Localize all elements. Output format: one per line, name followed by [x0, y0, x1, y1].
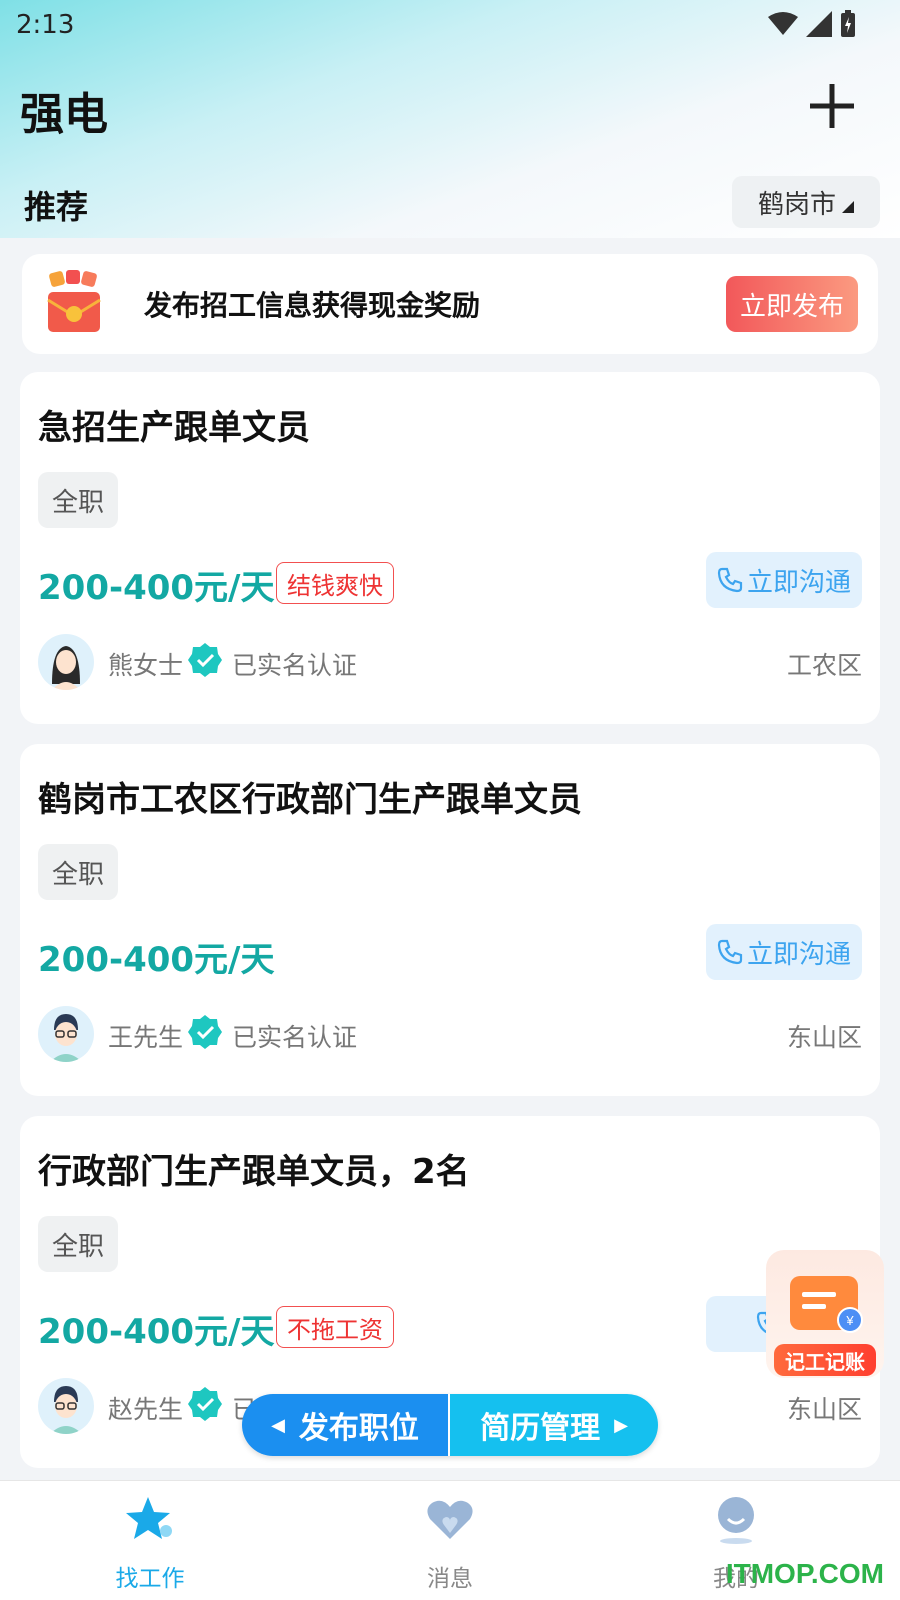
- post-job-label: 发布职位: [298, 1411, 419, 1446]
- status-bar: 2:13: [0, 0, 900, 50]
- job-title: 行政部门生产跟单文员，2名: [38, 1152, 470, 1192]
- wifi-icon: [768, 12, 798, 35]
- job-type-tag: 全职: [38, 1216, 119, 1272]
- phone-icon: [717, 567, 743, 593]
- male-avatar-icon: [38, 1378, 94, 1434]
- job-type-tag: 全职: [38, 844, 119, 900]
- add-icon[interactable]: [808, 82, 856, 130]
- male-avatar-icon: [38, 1006, 94, 1062]
- tab-find-job[interactable]: 找工作: [90, 1495, 210, 1595]
- city-selector[interactable]: 鹤岗市: [732, 176, 880, 228]
- contact-button[interactable]: 立即沟通: [706, 924, 862, 980]
- section-title-recommend: 推荐: [24, 188, 89, 226]
- district: 东山区: [786, 1023, 862, 1052]
- job-card[interactable]: 鹤岗市工农区行政部门生产跟单文员 全职 200-400元/天 立即沟通 王先生 …: [20, 744, 880, 1096]
- city-label: 鹤岗市: [757, 189, 836, 220]
- ledger-widget[interactable]: ¥ 记工记账: [766, 1250, 884, 1378]
- recruiter-name: 熊女士: [108, 651, 184, 680]
- job-title: 鹤岗市工农区行政部门生产跟单文员: [38, 780, 582, 820]
- tab-messages[interactable]: 消息: [390, 1495, 510, 1595]
- heart-chat-icon: [427, 1500, 473, 1539]
- verified-text: 已实名认证: [232, 1023, 358, 1052]
- pay-tag: 不拖工资: [276, 1306, 394, 1348]
- female-avatar-icon: [38, 634, 94, 690]
- red-envelope-icon: [47, 270, 101, 332]
- avatar: [38, 1006, 94, 1062]
- phone-icon: [717, 939, 743, 965]
- promo-banner[interactable]: 发布招工信息获得现金奖励 立即发布: [22, 254, 878, 354]
- contact-label: 立即沟通: [746, 939, 851, 970]
- pay-tag: 结钱爽快: [276, 562, 394, 604]
- avatar: [38, 634, 94, 690]
- ledger-label: 记工记账: [774, 1344, 876, 1376]
- watermark-text: ITMOP.COM: [725, 1558, 884, 1589]
- status-time: 2:13: [16, 10, 75, 40]
- verified-text: 已实名认证: [232, 651, 358, 680]
- tab-label: 消息: [427, 1566, 473, 1592]
- dropdown-triangle-icon: [842, 201, 854, 213]
- salary: 200-400元/天: [38, 940, 275, 980]
- wallet-icon: ¥: [790, 1276, 863, 1333]
- contact-label: 立即沟通: [746, 567, 851, 598]
- contact-button[interactable]: 立即沟通: [706, 552, 862, 608]
- action-pill: ◀ 发布职位 简历管理 ▶: [242, 1394, 658, 1456]
- page-title: 强电: [20, 89, 108, 140]
- verified-badge-icon: [188, 1387, 222, 1421]
- tab-label: 找工作: [115, 1566, 185, 1592]
- publish-now-button[interactable]: 立即发布: [726, 276, 858, 332]
- district: 东山区: [786, 1395, 862, 1424]
- signal-icon: [806, 11, 832, 37]
- avatar: [38, 1378, 94, 1434]
- promo-text: 发布招工信息获得现金奖励: [144, 289, 481, 322]
- district: 工农区: [786, 651, 862, 680]
- post-job-button[interactable]: ◀ 发布职位: [242, 1394, 450, 1456]
- caret-left-icon: ◀: [271, 1414, 285, 1436]
- recruiter-name: 赵先生: [108, 1395, 184, 1424]
- resume-manage-button[interactable]: 简历管理 ▶: [450, 1394, 658, 1456]
- verified-badge-icon: [188, 643, 222, 677]
- svg-text:¥: ¥: [845, 1313, 854, 1328]
- resume-manage-label: 简历管理: [480, 1411, 601, 1446]
- recruiter-name: 王先生: [108, 1023, 184, 1052]
- job-type-tag: 全职: [38, 472, 119, 528]
- salary: 200-400元/天: [38, 568, 275, 608]
- verified-badge-icon: [188, 1015, 222, 1049]
- battery-icon: [841, 10, 855, 37]
- caret-right-icon: ▶: [614, 1414, 628, 1436]
- star-icon: [126, 1497, 172, 1539]
- job-card[interactable]: 急招生产跟单文员 全职 200-400元/天 结钱爽快 立即沟通 熊女士 已实名…: [20, 372, 880, 724]
- job-title: 急招生产跟单文员: [38, 408, 310, 448]
- status-icons: [768, 10, 856, 38]
- profile-icon: [718, 1497, 754, 1544]
- salary: 200-400元/天: [38, 1312, 275, 1352]
